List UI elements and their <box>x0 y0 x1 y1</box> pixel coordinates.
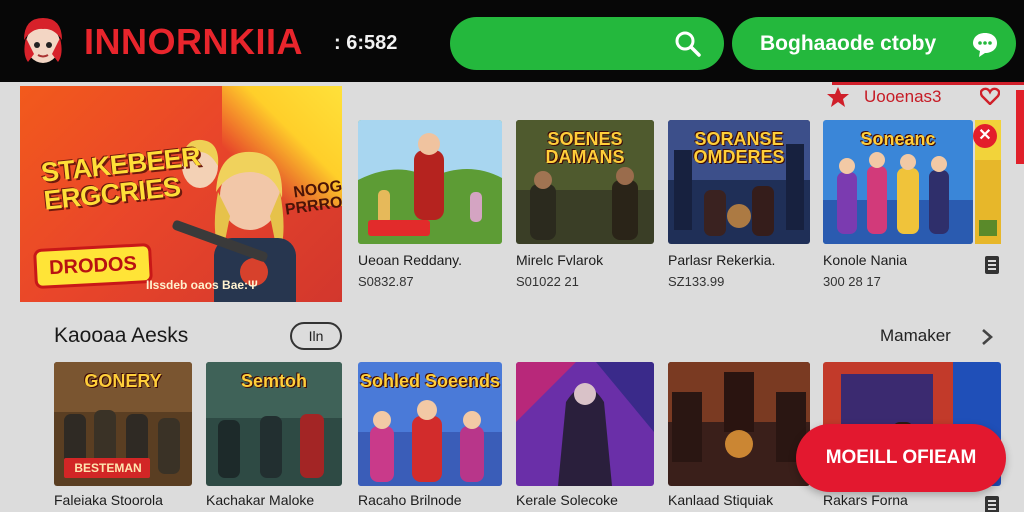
game-thumbnail-title: Semtoh <box>240 371 307 391</box>
section-title: Kaooaa Aesks <box>54 324 189 347</box>
game-card[interactable]: Semtoh Kachakar Maloke <box>206 362 342 512</box>
game-thumbnail <box>358 120 502 244</box>
star-icon <box>827 87 849 107</box>
clock-time: : 6:582 <box>334 32 398 54</box>
game-thumbnail <box>668 362 810 486</box>
cta-button[interactable]: Boghaaode ctoby <box>732 17 1016 70</box>
game-name[interactable]: Kachakar Maloke <box>206 492 314 508</box>
heart-icon[interactable] <box>980 87 1000 105</box>
game-card[interactable]: GONERY BESTEMAN Faleiaka Stoorola <box>54 362 192 512</box>
game-meta: S0832.87 <box>358 274 414 289</box>
game-tag: BESTEMAN <box>74 461 142 475</box>
game-name[interactable]: Mirelc Fvlarok <box>516 252 603 268</box>
hero-badge[interactable]: DRODOS <box>33 242 153 290</box>
game-card[interactable]: SOENES DAMANS Mirelc Fvlarok S01022 21 <box>516 120 654 289</box>
game-thumbnail-title: Soneanc <box>860 129 936 149</box>
floating-action-button[interactable]: MOEILL OFIEAM <box>796 424 1006 492</box>
search-icon[interactable] <box>674 30 702 58</box>
top-bar: INNORNKIIA : 6:582 Boghaaode ctoby <box>0 0 1024 82</box>
close-icon[interactable]: ✕ <box>973 124 997 148</box>
game-name[interactable]: Ueoan Reddany. <box>358 252 462 268</box>
game-thumbnail <box>516 362 654 486</box>
game-card[interactable]: Sohled Soeends Racaho Brilnode <box>358 362 502 512</box>
avatar-logo-icon[interactable] <box>18 14 68 66</box>
chat-bubble-icon <box>973 33 997 57</box>
game-meta: SZ133.99 <box>668 274 725 289</box>
notification-text[interactable]: Uooenas3 <box>864 87 942 107</box>
game-thumbnail-title: SORANSE OMDERES <box>693 129 785 167</box>
game-card[interactable]: SORANSE OMDERES Parlasr Rekerkia. SZ133.… <box>668 120 810 289</box>
menu-icon[interactable] <box>985 256 999 274</box>
game-card[interactable]: Ueoan Reddany. S0832.87 <box>358 120 502 289</box>
game-name[interactable]: Parlasr Rekerkia. <box>668 252 775 268</box>
game-thumbnail-title: SOENES DAMANS <box>545 129 625 167</box>
game-name[interactable]: Konole Nania <box>823 252 907 268</box>
cta-label: Boghaaode ctoby <box>760 32 937 55</box>
game-name[interactable]: Kanlaad Stiquiak <box>668 492 773 508</box>
game-meta: 300 28 17 <box>823 274 881 289</box>
game-name[interactable]: Rakars Forna <box>823 492 908 508</box>
game-thumbnail-title: Sohled Soeends <box>359 371 501 391</box>
game-card[interactable]: Kerale Solecoke <box>516 362 654 512</box>
notification-divider <box>832 82 1024 85</box>
section-more-link[interactable]: Mamaker <box>880 326 951 346</box>
side-scroll-tab[interactable] <box>1016 90 1024 164</box>
search-bar[interactable] <box>450 17 724 70</box>
game-name[interactable]: Kerale Solecoke <box>516 492 618 508</box>
game-name[interactable]: Racaho Brilnode <box>358 492 462 508</box>
chevron-right-icon[interactable] <box>980 328 994 346</box>
game-card[interactable]: Kanlaad Stiquiak <box>668 362 810 512</box>
menu-icon[interactable] <box>985 496 999 512</box>
brand-title[interactable]: INNORNKIIA <box>84 22 303 62</box>
section-filter-pill[interactable]: Iln <box>290 322 342 350</box>
hero-caption: IIssdeb oaos Bae:Ψ <box>146 278 258 292</box>
game-name[interactable]: Faleiaka Stoorola <box>54 492 163 508</box>
game-thumbnail-title: GONERY <box>84 371 162 391</box>
hero-banner[interactable]: STAKEBEER ERGCRIES NOOG PRRROO DRODOS II… <box>20 86 342 302</box>
game-card[interactable]: ✕ Soneanc Konole Nania 300 28 17 <box>823 120 1001 289</box>
game-meta: S01022 21 <box>516 274 579 289</box>
